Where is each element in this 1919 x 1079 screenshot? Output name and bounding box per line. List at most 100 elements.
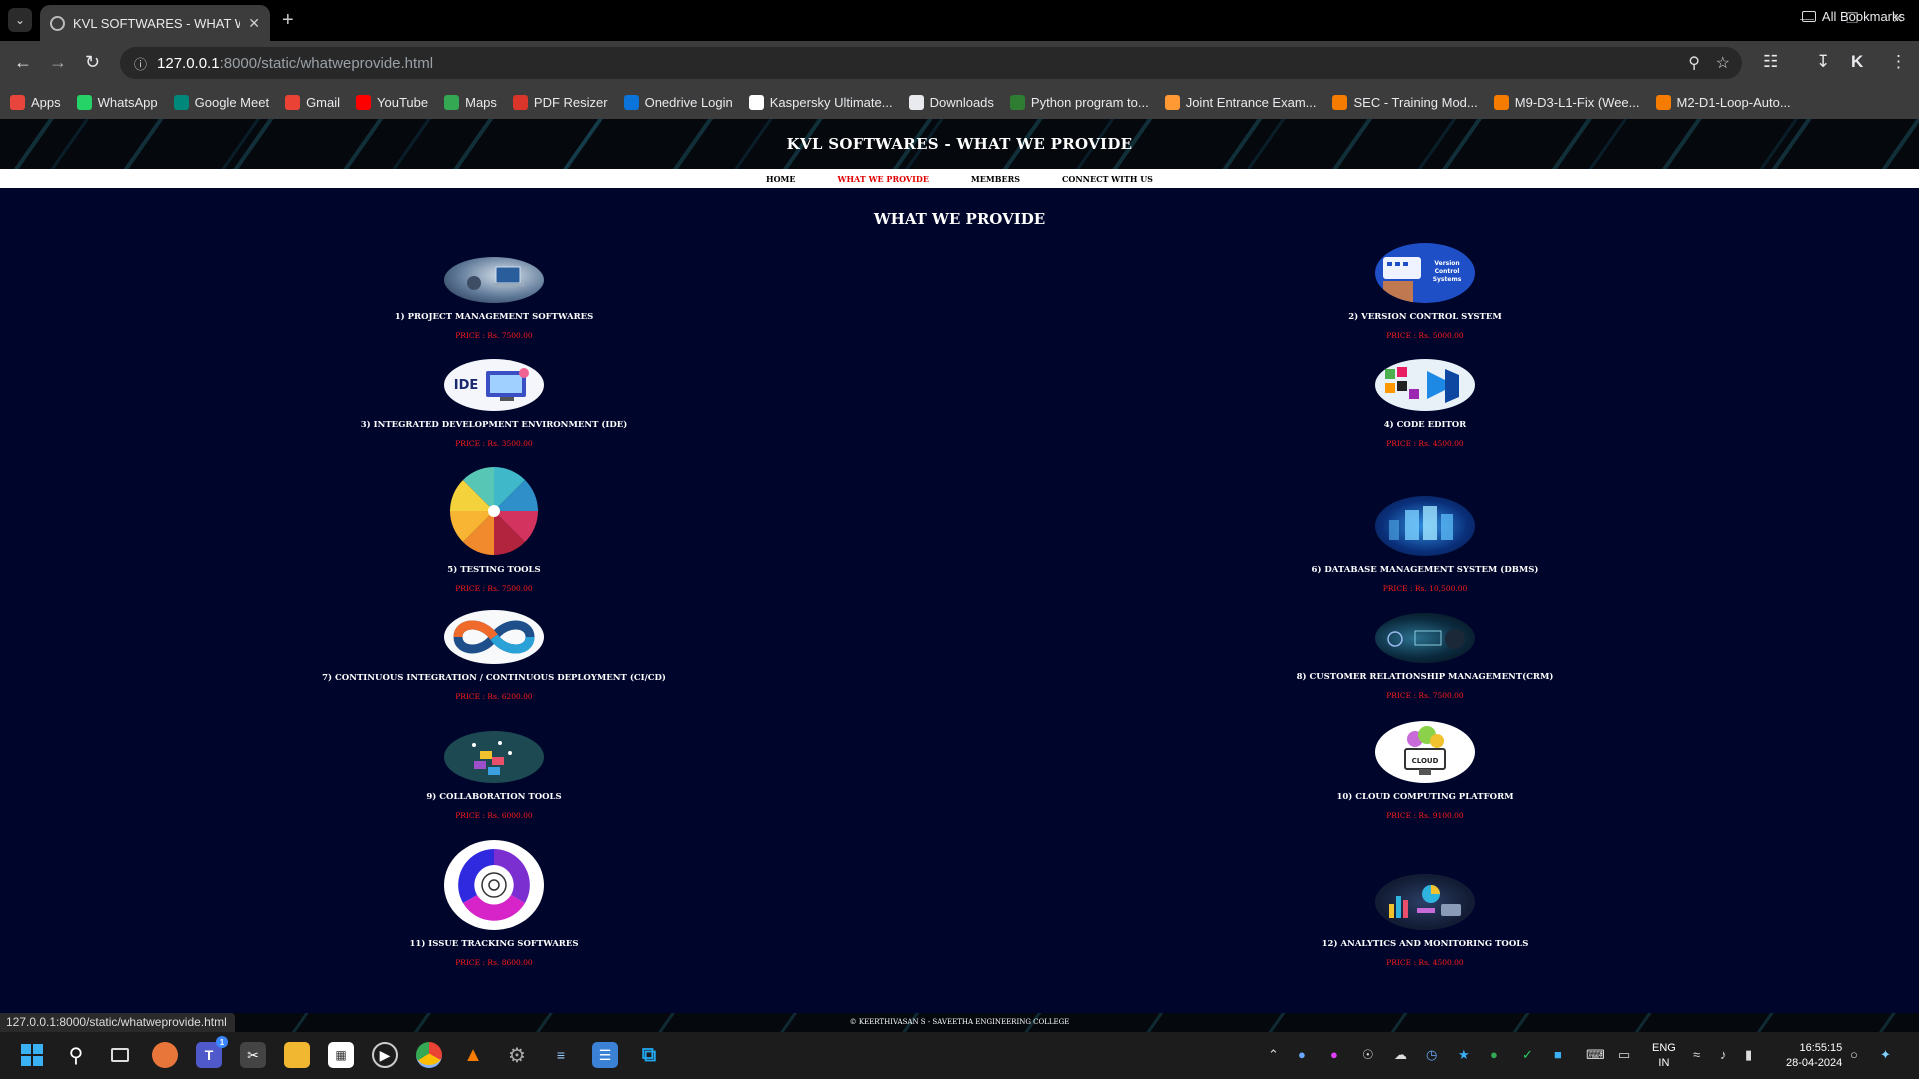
bookmark-item[interactable]: Google Meet <box>173 94 269 110</box>
notepad-icon[interactable]: ☰ <box>592 1042 618 1068</box>
ms-store-icon[interactable]: ▦ <box>328 1042 354 1068</box>
bookmark-star-icon[interactable]: ☆ <box>1716 53 1730 73</box>
search-icon[interactable]: ⚲ <box>63 1042 89 1068</box>
analytics-image <box>1375 874 1475 930</box>
nav-connect-with-us[interactable]: CONNECT WITH US <box>1062 174 1153 184</box>
status-url-bubble: 127.0.0.1:8000/static/whatweprovide.html <box>0 1013 235 1032</box>
nav-home[interactable]: HOME <box>766 174 795 184</box>
terminal-icon[interactable]: ≡ <box>548 1042 574 1068</box>
bookmark-label: Python program to... <box>1030 94 1149 110</box>
site-footer: © KEERTHIVASAN S - SAVEETHA ENGINEERING … <box>0 1013 1919 1032</box>
gmail-icon <box>285 94 301 110</box>
bookmark-item[interactable]: Onedrive Login <box>623 94 733 110</box>
bookmark-item[interactable]: M9-D3-L1-Fix (Wee... <box>1493 94 1640 110</box>
downloads-icon[interactable]: ↧ <box>1816 52 1830 72</box>
browser-tab-active[interactable]: KVL SOFTWARES - WHAT WE PROVIDE ✕ <box>40 5 270 41</box>
new-tab-icon[interactable]: + <box>282 9 294 32</box>
tray-clock-icon[interactable]: ◷ <box>1426 1047 1437 1063</box>
vscode-icon[interactable]: ⧉ <box>636 1042 662 1068</box>
cicd-loop-graphic <box>453 620 535 654</box>
bookmark-item[interactable]: SEC - Training Mod... <box>1332 94 1478 110</box>
bookmark-item[interactable]: Apps <box>10 94 61 110</box>
keyboard-icon[interactable]: ⌨ <box>1586 1047 1605 1063</box>
reload-icon[interactable]: ↻ <box>85 52 100 73</box>
product-card-ide: IDE 3) INTEGRATED DEVELOPMENT ENVIRONMEN… <box>274 359 714 448</box>
copilot-icon[interactable]: ✦ <box>1880 1047 1891 1063</box>
language-indicator[interactable]: ENG IN <box>1652 1041 1676 1071</box>
start-icon[interactable] <box>19 1042 45 1068</box>
tray-cloud-icon[interactable]: ☁ <box>1394 1047 1407 1063</box>
site-info-icon[interactable]: ⓘ <box>134 54 147 73</box>
notification-icon[interactable]: ○ <box>1850 1047 1858 1062</box>
bookmark-item[interactable]: Kaspersky Ultimate... <box>748 94 893 110</box>
ide-image: IDE <box>444 359 544 411</box>
zoom-icon[interactable]: ⚲ <box>1688 53 1700 73</box>
product-card-collaboration: 9) COLLABORATION TOOLS PRICE : Rs. 6000.… <box>274 731 714 820</box>
clock-time: 16:55:15 <box>1799 1042 1843 1054</box>
settings-icon[interactable]: ⚙ <box>504 1042 530 1068</box>
testing-tools-wheel-graphic <box>450 467 538 555</box>
tray-app-icon[interactable]: ● <box>1330 1047 1338 1062</box>
product-name: 11) ISSUE TRACKING SOFTWARES <box>409 939 579 949</box>
svg-text:Systems: Systems <box>1433 276 1462 283</box>
product-name: 9) COLLABORATION TOOLS <box>426 792 562 802</box>
media-player-icon[interactable]: ▶ <box>372 1042 398 1068</box>
bookmark-item[interactable]: Gmail <box>285 94 340 110</box>
site-nav: HOME WHAT WE PROVIDE MEMBERS CONNECT WIT… <box>0 169 1919 188</box>
sec-icon <box>1655 94 1671 110</box>
forward-icon[interactable]: → <box>49 52 67 73</box>
vlc-icon[interactable]: ▲ <box>460 1042 486 1068</box>
tray-shield-icon[interactable]: ☉ <box>1362 1047 1374 1063</box>
nav-what-we-provide[interactable]: WHAT WE PROVIDE <box>838 174 929 184</box>
cloud-image: CLOUD <box>1375 721 1475 783</box>
bookmark-item[interactable]: YouTube <box>356 94 429 110</box>
tray-security-icon[interactable]: ✓ <box>1522 1047 1533 1063</box>
extensions-icon[interactable]: ☷ <box>1763 52 1778 72</box>
close-tab-icon[interactable]: ✕ <box>248 15 260 32</box>
widgets-icon[interactable] <box>152 1042 178 1068</box>
clock-date: 28-04-2024 <box>1786 1057 1843 1069</box>
tray-defender-icon[interactable]: ■ <box>1554 1047 1562 1062</box>
bookmark-item[interactable]: WhatsApp <box>76 94 158 110</box>
bookmark-item[interactable]: Python program to... <box>1009 94 1149 110</box>
nav-members[interactable]: MEMBERS <box>971 174 1020 184</box>
bookmark-label: YouTube <box>377 94 429 110</box>
product-name: 7) CONTINUOUS INTEGRATION / CONTINUOUS D… <box>322 673 666 683</box>
apps-grid-icon <box>10 94 25 110</box>
chrome-icon[interactable] <box>416 1042 442 1068</box>
snipping-tool-icon[interactable]: ✂ <box>240 1042 266 1068</box>
bookmark-label: Onedrive Login <box>644 94 733 110</box>
onedrive-icon <box>623 94 639 110</box>
battery-icon[interactable]: ▮ <box>1745 1047 1752 1063</box>
dbms-image <box>1375 496 1475 556</box>
product-card-version-control: Version Control Systems 2) VERSION CONTROL… <box>1205 243 1645 340</box>
profile-k-icon[interactable]: K <box>1851 52 1863 72</box>
file-explorer-icon[interactable] <box>284 1042 310 1068</box>
bookmark-item[interactable]: PDF Resizer <box>512 94 608 110</box>
product-card-cicd: 7) CONTINUOUS INTEGRATION / CONTINUOUS D… <box>274 610 714 701</box>
tray-app-icon[interactable]: ● <box>1490 1047 1498 1062</box>
product-price: PRICE : Rs. 7500.00 <box>455 584 533 593</box>
menu-icon[interactable]: ⋮ <box>1890 52 1907 72</box>
version-control-image: Version Control Systems <box>1375 243 1475 303</box>
bookmark-item[interactable]: Maps <box>444 94 497 110</box>
wifi-icon[interactable]: ≈ <box>1693 1047 1700 1062</box>
all-bookmarks-button[interactable]: All Bookmarks <box>1801 9 1905 24</box>
bookmark-item[interactable]: Joint Entrance Exam... <box>1164 94 1316 110</box>
tray-expand-icon[interactable]: ⌃ <box>1268 1047 1279 1063</box>
tray-app-icon[interactable]: ● <box>1298 1047 1306 1062</box>
clock[interactable]: 16:55:15 28-04-2024 <box>1786 1041 1842 1071</box>
volume-icon[interactable]: ♪ <box>1720 1047 1727 1062</box>
tray-display-icon[interactable]: ▭ <box>1618 1047 1630 1063</box>
bluetooth-icon[interactable]: ★ <box>1458 1047 1470 1063</box>
teams-icon[interactable]: T1 <box>196 1036 228 1068</box>
task-view-icon[interactable] <box>107 1042 133 1068</box>
bookmark-item[interactable]: M2-D1-Loop-Auto... <box>1655 94 1791 110</box>
product-card-project-management: 1) PROJECT MANAGEMENT SOFTWARES PRICE : … <box>274 257 714 340</box>
bookmark-item[interactable]: Downloads <box>908 94 994 110</box>
ide-graphic: IDE <box>454 368 529 401</box>
address-bar[interactable]: ⓘ 127.0.0.1:8000/static/whatweprovide.ht… <box>120 47 1742 79</box>
back-icon[interactable]: ← <box>14 52 32 73</box>
tab-search-icon[interactable]: ⌄ <box>8 8 32 32</box>
sec-icon <box>1493 94 1509 110</box>
